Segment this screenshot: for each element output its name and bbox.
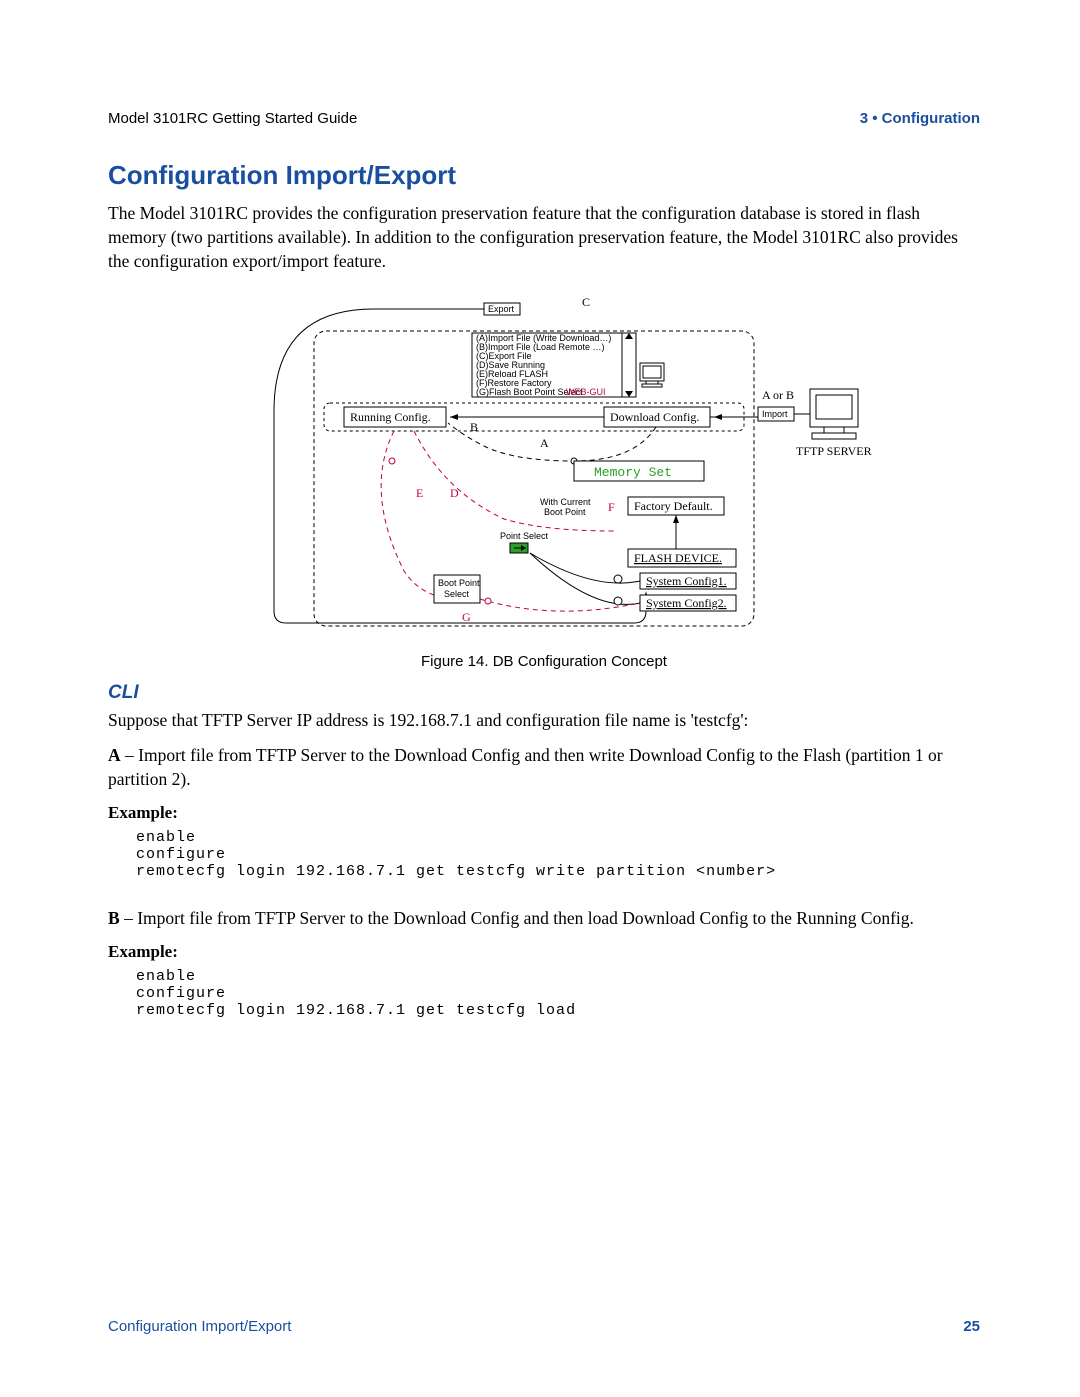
- header-left: Model 3101RC Getting Started Guide: [108, 110, 357, 127]
- fig-b: B: [470, 420, 478, 434]
- cli-a-line: A – Import file from TFTP Server to the …: [108, 743, 980, 791]
- fig-aorb: A or B: [762, 388, 794, 402]
- fig-sys2: System Config2.: [646, 596, 727, 610]
- header-right: 3 • Configuration: [860, 110, 980, 127]
- fig-export: Export: [488, 304, 515, 314]
- fig-pointselect: Point Select: [500, 531, 549, 541]
- fig-bootpoint2: Select: [444, 589, 470, 599]
- fig-a: A: [540, 436, 549, 450]
- fig-f: F: [608, 500, 615, 514]
- fig-memory: Memory Set: [594, 465, 672, 480]
- fig-download: Download Config.: [610, 410, 699, 424]
- page: Model 3101RC Getting Started Guide 3 • C…: [0, 0, 1080, 1397]
- section-title: Configuration Import/Export: [108, 160, 980, 191]
- fig-import: Import: [762, 409, 788, 419]
- cli-a-label: A: [108, 745, 121, 765]
- fig-withcurrent2: Boot Point: [544, 507, 586, 517]
- fig-c: C: [582, 295, 590, 309]
- footer-left: Configuration Import/Export: [108, 1318, 291, 1335]
- fig-running: Running Config.: [350, 410, 431, 424]
- fig-webgui: WEB-GUI: [566, 387, 606, 397]
- fig-d: D: [450, 486, 459, 500]
- example-label-b: Example:: [108, 942, 980, 962]
- footer-right: 25: [963, 1318, 980, 1335]
- fig-withcurrent1: With Current: [540, 497, 591, 507]
- cli-b-label: B: [108, 908, 120, 928]
- fig-bootpoint1: Boot Point: [438, 578, 480, 588]
- diagram-svg: Export C (A)Import File (Write Download……: [214, 291, 874, 641]
- figure: Export C (A)Import File (Write Download……: [108, 291, 980, 670]
- running-header: Model 3101RC Getting Started Guide 3 • C…: [108, 110, 980, 127]
- example-label-a: Example:: [108, 803, 980, 823]
- figure-caption: Figure 14. DB Configuration Concept: [108, 653, 980, 670]
- cli-a-text: – Import file from TFTP Server to the Do…: [108, 745, 943, 789]
- fig-flashdev: FLASH DEVICE.: [634, 551, 722, 565]
- fig-g: G: [462, 610, 471, 624]
- footer: Configuration Import/Export 25: [108, 1318, 980, 1335]
- fig-tftp: TFTP SERVER: [796, 444, 872, 458]
- cli-b-line: B – Import file from TFTP Server to the …: [108, 906, 980, 930]
- example-a-code: enable configure remotecfg login 192.168…: [136, 829, 980, 880]
- section-intro: The Model 3101RC provides the configurat…: [108, 201, 980, 273]
- cli-heading: CLI: [108, 682, 980, 704]
- fig-sys1: System Config1.: [646, 574, 727, 588]
- fig-factory: Factory Default.: [634, 499, 713, 513]
- fig-e: E: [416, 486, 423, 500]
- content: Configuration Import/Export The Model 31…: [108, 160, 980, 1019]
- cli-b-text: – Import file from TFTP Server to the Do…: [120, 908, 914, 928]
- cli-suppose: Suppose that TFTP Server IP address is 1…: [108, 708, 980, 732]
- example-b-code: enable configure remotecfg login 192.168…: [136, 968, 980, 1019]
